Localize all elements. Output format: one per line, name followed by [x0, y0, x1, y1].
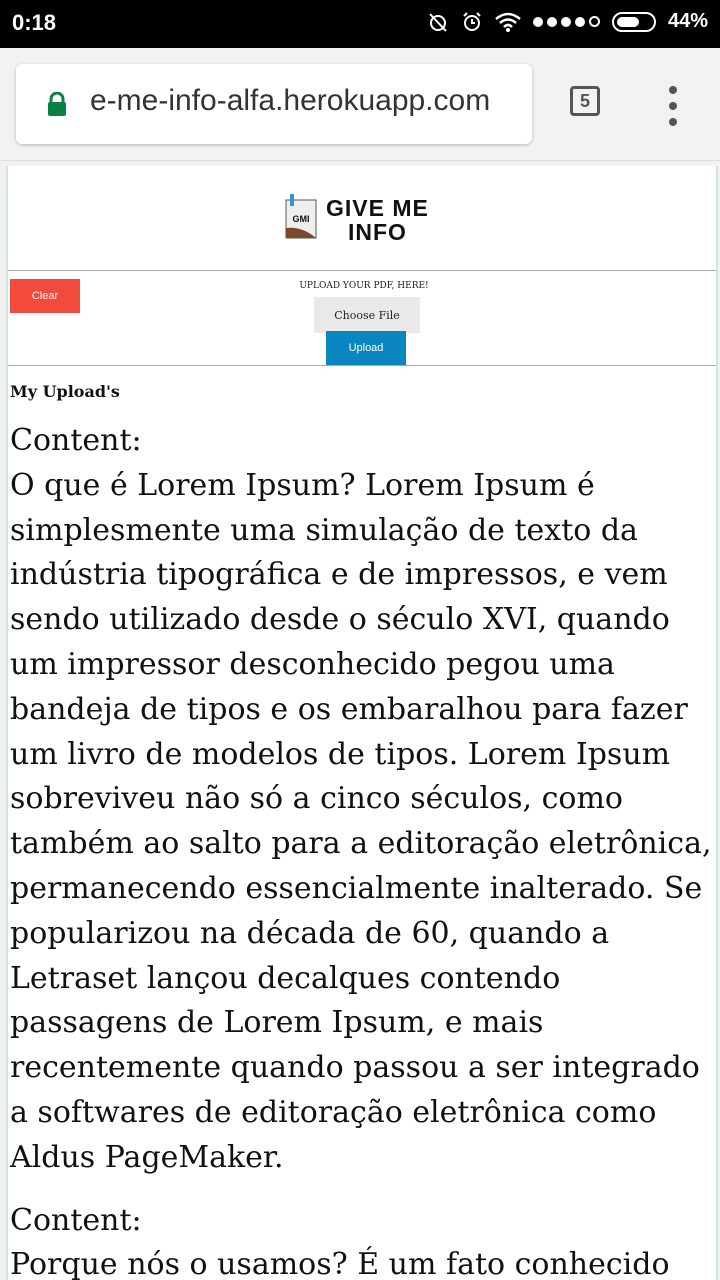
upload-section: Clear UPLOAD YOUR PDF, HERE! Choose File…: [8, 271, 716, 366]
address-bar[interactable]: e-me-info-alfa.herokuapp.com: [16, 64, 532, 144]
upload-entry: Content: O que é Lorem Ipsum? Lorem Ipsu…: [10, 419, 716, 1181]
upload-entry: Content: Porque nós o usamos? É um fato …: [10, 1199, 716, 1280]
entry-label: Content:: [10, 1202, 142, 1238]
lock-icon: [48, 92, 66, 116]
menu-icon[interactable]: [667, 86, 679, 126]
choose-file-button[interactable]: Choose File: [314, 297, 420, 333]
logo-line-2: INFO: [347, 219, 407, 245]
status-icons: 44%: [427, 10, 708, 33]
wifi-icon: [495, 12, 521, 32]
entry-label: Content:: [10, 423, 142, 458]
upload-prompt: UPLOAD YOUR PDF, HERE!: [299, 281, 429, 291]
alarm-off-icon: [429, 12, 447, 32]
battery-icon: [611, 11, 656, 32]
tab-switcher-button[interactable]: 5: [570, 86, 600, 116]
signal-icon: [532, 16, 600, 27]
status-time: 0:18: [12, 10, 57, 35]
browser-toolbar: e-me-info-alfa.herokuapp.com 5: [0, 48, 720, 161]
site-header: GMI GIVE ME INFO: [8, 166, 716, 271]
logo-badge: GMI: [293, 214, 310, 224]
logo-text: GIVE ME INFO: [326, 196, 429, 244]
logo-line-1: GIVE ME: [326, 195, 429, 221]
logo-icon: GMI: [285, 194, 317, 239]
battery-percent: 44%: [667, 10, 708, 32]
entry-text: Porque nós o usamos? É um fato conhecido: [10, 1247, 670, 1280]
uploads-heading: My Upload's: [10, 382, 120, 401]
web-page: GMI GIVE ME INFO Clear UPLOAD YOUR PDF, …: [6, 166, 718, 1280]
status-bar: 0:18 44%: [0, 0, 720, 48]
upload-button[interactable]: Upload: [326, 331, 406, 365]
url-text: e-me-info-alfa.herokuapp.com: [90, 84, 491, 117]
alarm-icon: [463, 11, 481, 31]
entry-text: O que é Lorem Ipsum? Lorem Ipsum é simpl…: [10, 467, 712, 1175]
